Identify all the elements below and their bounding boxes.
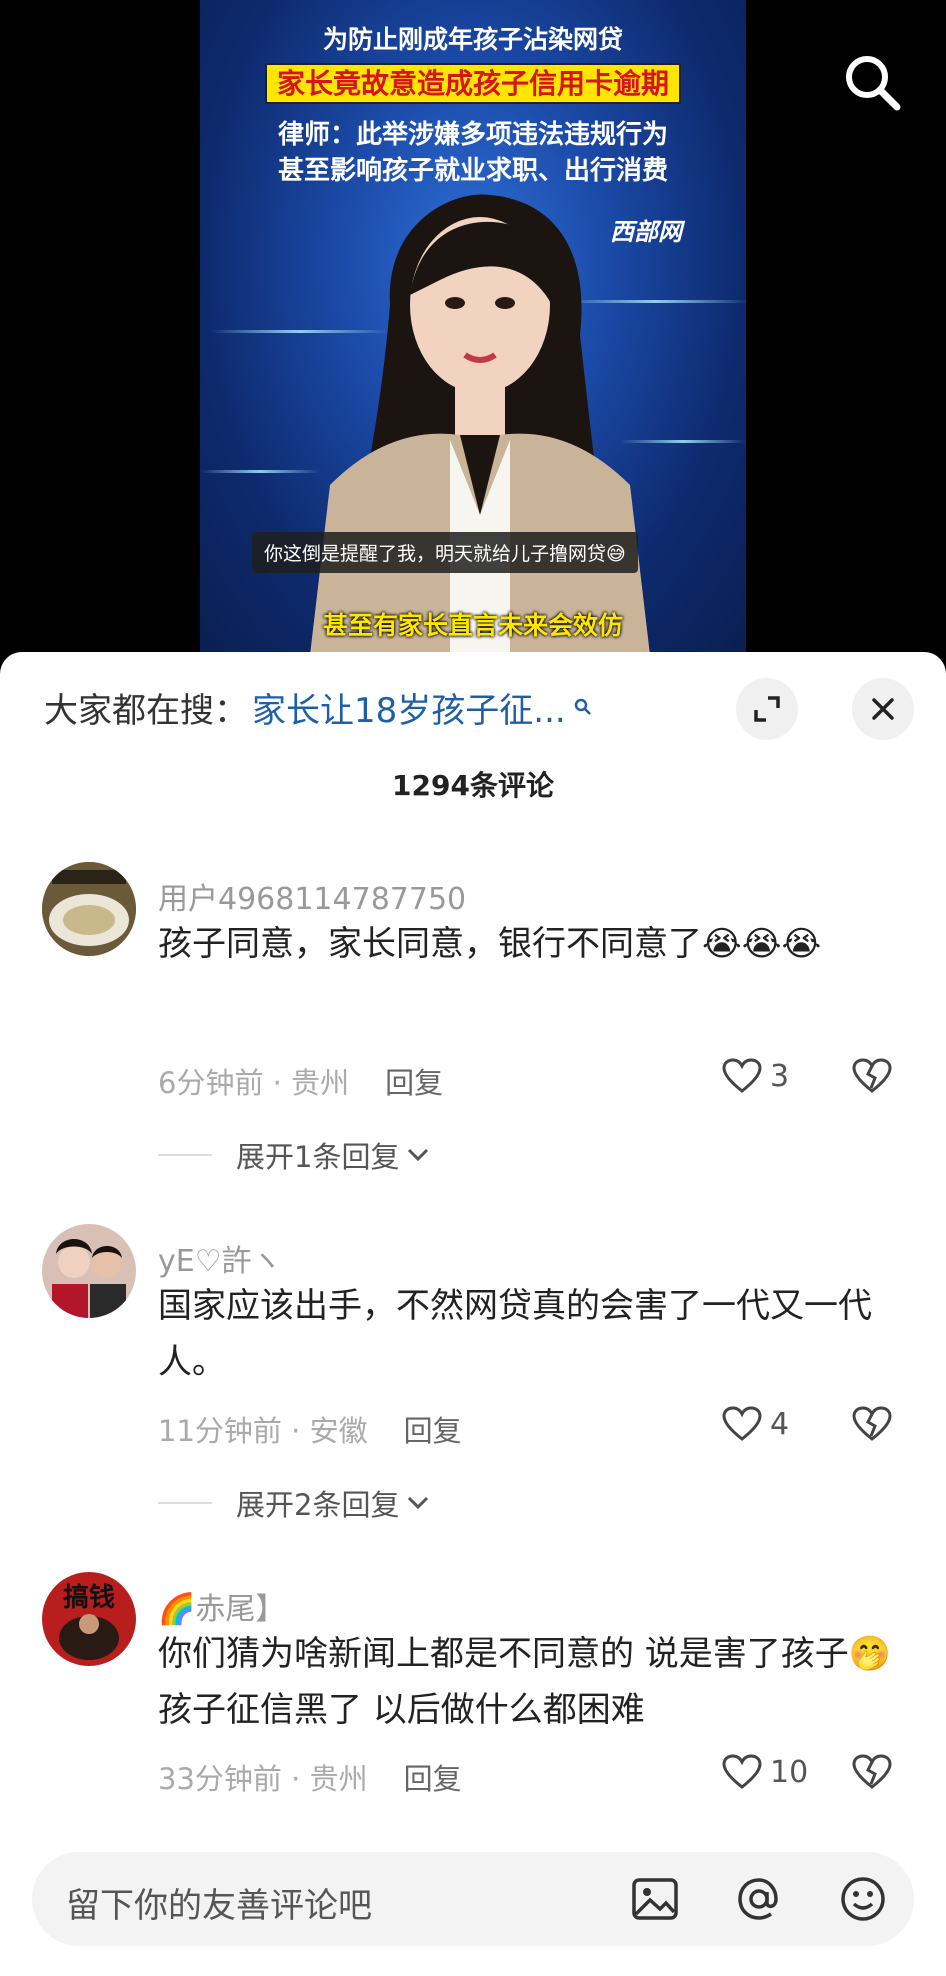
comment-time: 33分钟前	[158, 1762, 282, 1796]
like-count: 3	[770, 1058, 790, 1094]
bullet-comment: 你这倒是提醒了我，明天就给儿子撸网贷😅	[252, 532, 638, 573]
comment-username[interactable]: yE♡許ヽ	[158, 1236, 282, 1280]
comment-input-placeholder: 留下你的友善评论吧	[66, 1886, 372, 1926]
avatar[interactable]	[42, 1224, 136, 1318]
comment-input[interactable]: 留下你的友善评论吧	[32, 1852, 914, 1946]
comment-count: 1294条评论	[392, 769, 554, 802]
comment-meta: 6分钟前 · 贵州 回复	[158, 1066, 444, 1100]
comment-meta: 33分钟前 · 贵州 回复	[158, 1762, 462, 1796]
comment-username[interactable]: 用户4968114787750	[158, 874, 466, 918]
video-player[interactable]: 为防止刚成年孩子沾染网贷 家长竟故意造成孩子信用卡逾期 律师：此举涉嫌多项违法违…	[0, 0, 946, 652]
dislike-button[interactable]	[852, 1754, 892, 1794]
like-button[interactable]: 3	[722, 1058, 789, 1094]
comment-meta: 11分钟前 · 安徽 回复	[158, 1414, 462, 1448]
expand-fullscreen-button[interactable]	[736, 678, 798, 740]
news-anchor-image	[310, 194, 650, 652]
search-icon[interactable]	[842, 52, 902, 112]
comment-location: 贵州	[291, 1066, 350, 1100]
heart-icon	[722, 1058, 762, 1093]
comment-location: 贵州	[309, 1762, 368, 1796]
expand-replies-button[interactable]: 展开1条回复	[158, 1134, 429, 1176]
chevron-down-icon	[408, 1148, 429, 1162]
like-button[interactable]: 10	[722, 1754, 808, 1790]
comment-text: 你们猜为啥新闻上都是不同意的 说是害了孩子🤭 孩子征信黑了 以后做什么都困难	[158, 1634, 892, 1730]
reply-button[interactable]: 回复	[385, 1066, 443, 1100]
like-count: 4	[770, 1406, 790, 1442]
comment-composer: 留下你的友善评论吧	[0, 1828, 946, 1976]
heart-icon	[722, 1754, 762, 1789]
heart-icon	[722, 1406, 762, 1441]
video-headline-3: 律师：此举涉嫌多项违法违规行为	[277, 120, 668, 150]
like-button[interactable]: 4	[722, 1406, 789, 1442]
comment-time: 6分钟前	[158, 1066, 264, 1100]
trending-search-term[interactable]: 家长让18岁孩子征...	[252, 683, 566, 732]
comment-text: 孩子同意，家长同意，银行不同意了😭😭😭	[158, 924, 822, 964]
trending-search-bar[interactable]: 大家都在搜： 家长让18岁孩子征...	[44, 682, 592, 732]
chevron-down-icon	[408, 1496, 429, 1510]
svg-text:搞钱: 搞钱	[63, 1582, 115, 1613]
video-subtitle: 甚至有家长直言未来会效仿	[322, 611, 623, 640]
dislike-button[interactable]	[852, 1058, 892, 1098]
reply-button[interactable]: 回复	[404, 1762, 462, 1796]
broken-heart-icon	[852, 1058, 892, 1093]
small-search-icon	[574, 698, 591, 715]
emoji-icon[interactable]	[836, 1872, 890, 1926]
comments-sheet: 大家都在搜： 家长让18岁孩子征... 1294条评论 用户4968114787…	[0, 652, 946, 1976]
close-icon	[872, 698, 894, 720]
mention-icon[interactable]	[732, 1872, 786, 1926]
video-headline-1: 为防止刚成年孩子沾染网贷	[322, 25, 623, 54]
comment-username[interactable]: 🌈赤尾】	[158, 1584, 285, 1628]
image-icon[interactable]	[628, 1872, 682, 1926]
comment-text: 国家应该出手，不然网贷真的会害了一代又一代人。	[158, 1286, 872, 1382]
comment-location: 安徽	[309, 1414, 368, 1448]
reply-button[interactable]: 回复	[404, 1414, 462, 1448]
dislike-button[interactable]	[852, 1406, 892, 1446]
like-count: 10	[770, 1754, 809, 1790]
avatar[interactable]	[42, 862, 136, 956]
avatar[interactable]: 搞钱	[42, 1572, 136, 1666]
broken-heart-icon	[852, 1754, 892, 1789]
broken-heart-icon	[852, 1406, 892, 1441]
close-button[interactable]	[852, 678, 914, 740]
expand-replies-button[interactable]: 展开2条回复	[158, 1482, 429, 1524]
trending-search-label: 大家都在搜：	[44, 690, 248, 731]
video-frame: 为防止刚成年孩子沾染网贷 家长竟故意造成孩子信用卡逾期 律师：此举涉嫌多项违法违…	[200, 0, 746, 652]
video-headline-4: 甚至影响孩子就业求职、出行消费	[277, 156, 668, 186]
expand-icon	[754, 696, 780, 722]
video-headline-2: 家长竟故意造成孩子信用卡逾期	[200, 62, 746, 104]
comment-time: 11分钟前	[158, 1414, 282, 1448]
